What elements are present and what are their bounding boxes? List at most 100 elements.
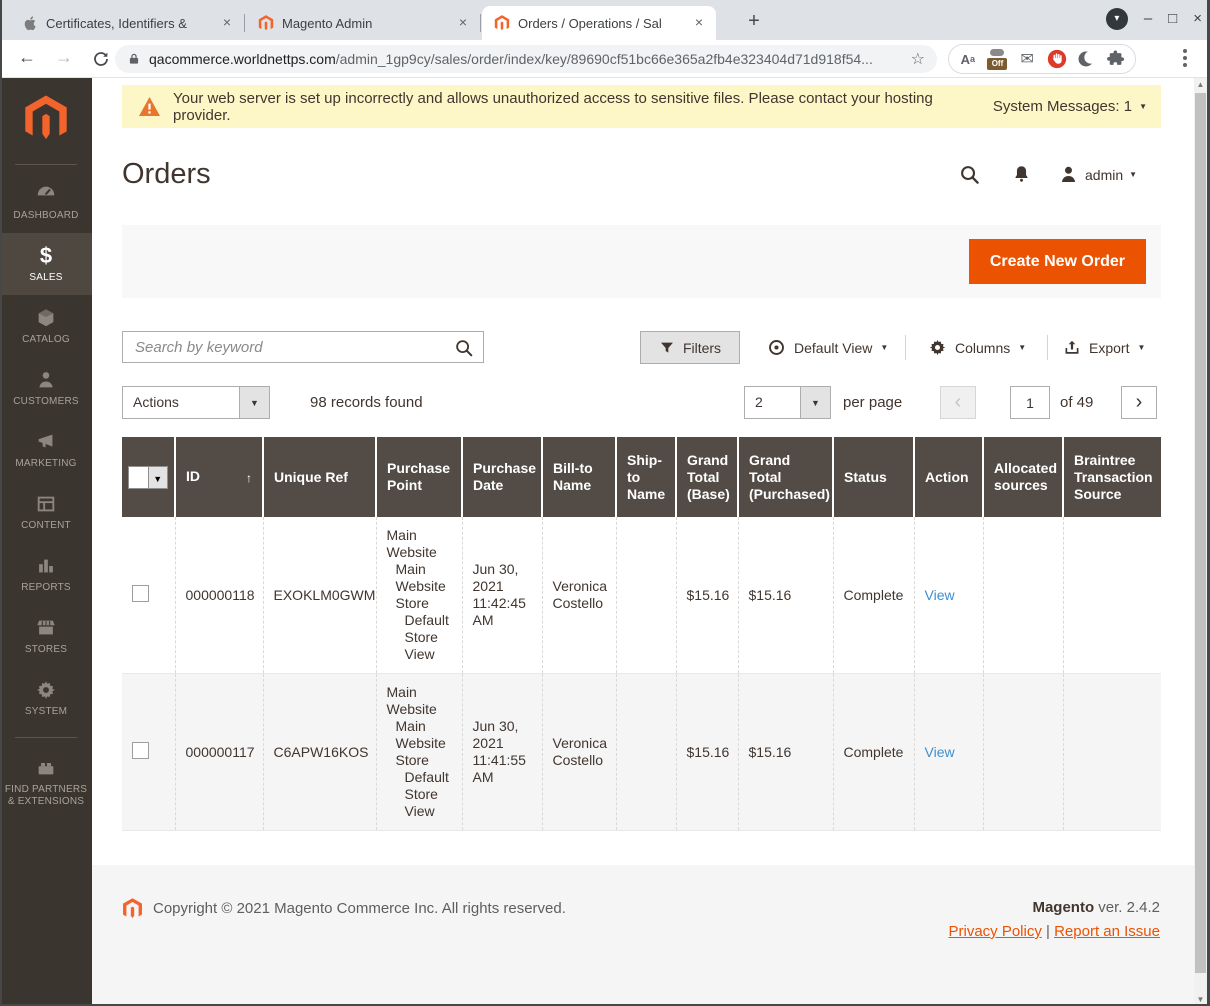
notifications-bell-icon[interactable] [1011, 163, 1032, 186]
cell-bill-to: Veronica Costello [542, 674, 616, 831]
tab-orders[interactable]: Orders / Operations / Sal × [482, 6, 716, 40]
cell-allocated-sources [983, 674, 1063, 831]
column-header-action[interactable]: Action [914, 437, 983, 517]
columns-dropdown[interactable]: Columns ▼ [928, 331, 1026, 364]
divider [15, 164, 77, 165]
row-checkbox[interactable] [132, 585, 149, 602]
dark-mode-crescent-icon[interactable] [1074, 47, 1098, 71]
chevron-down-icon: ▼ [880, 343, 888, 352]
grid-controls-row: Filters Default View ▼ Columns ▼ Export … [122, 331, 1161, 364]
browser-update-icon[interactable]: ▾ [1106, 8, 1128, 30]
magento-logo[interactable] [0, 78, 92, 148]
privacy-policy-link[interactable]: Privacy Policy [948, 923, 1041, 940]
catalog-icon [35, 307, 57, 329]
search-icon[interactable] [958, 163, 981, 186]
select-all-checkbox[interactable] [129, 467, 148, 488]
cell-ship-to [616, 674, 676, 831]
actions-select[interactable]: Actions ▼ [122, 386, 270, 419]
chevron-down-icon: ▼ [800, 387, 830, 418]
sidebar-item-catalog[interactable]: CATALOG [0, 295, 92, 357]
translate-icon[interactable]: Aa [956, 47, 980, 71]
previous-page-button[interactable]: ‹ [940, 386, 976, 419]
close-icon[interactable]: × [218, 14, 236, 32]
sidebar-item-system[interactable]: SYSTEM [0, 667, 92, 729]
row-checkbox[interactable] [132, 742, 149, 759]
vertical-scrollbar[interactable]: ▲ ▼ [1194, 78, 1207, 1006]
column-header-grand-total-purchased[interactable]: Grand Total (Purchased) [738, 437, 833, 517]
off-extension-icon[interactable]: Off [985, 47, 1009, 71]
address-bar[interactable]: qacommerce.worldnettps.com/admin_1gp9cy/… [115, 45, 937, 73]
column-header-braintree-source[interactable]: Braintree Transaction Source [1063, 437, 1161, 517]
view-order-link[interactable]: View [925, 744, 955, 760]
column-header-purchase-date[interactable]: Purchase Date [462, 437, 542, 517]
column-header-bill-to[interactable]: Bill-to Name [542, 437, 616, 517]
sidebar-item-sales[interactable]: $ SALES [0, 233, 92, 295]
mail-extension-icon[interactable]: ✉ [1015, 47, 1039, 71]
cell-status: Complete [833, 517, 914, 674]
eye-icon [767, 338, 786, 357]
report-issue-link[interactable]: Report an Issue [1054, 923, 1160, 940]
sidebar-item-content[interactable]: CONTENT [0, 481, 92, 543]
refresh-icon[interactable] [92, 50, 110, 68]
column-header-unique-ref[interactable]: Unique Ref [263, 437, 376, 517]
system-gear-icon [35, 679, 57, 701]
tab-strip: Certificates, Identifiers & × Magento Ad… [0, 0, 1210, 40]
per-page-label: per page [843, 386, 902, 419]
column-header-grand-total-base[interactable]: Grand Total (Base) [676, 437, 738, 517]
sidebar-item-marketing[interactable]: MARKETING [0, 419, 92, 481]
profile-avatar[interactable]: B [1144, 46, 1170, 72]
close-icon[interactable]: × [690, 14, 708, 32]
next-page-button[interactable]: › [1121, 386, 1157, 419]
sidebar-item-stores[interactable]: STORES [0, 605, 92, 667]
system-messages-toggle[interactable]: System Messages: 1 ▼ [993, 98, 1147, 115]
warning-icon [138, 96, 161, 117]
sidebar-item-dashboard[interactable]: DASHBOARD [0, 171, 92, 233]
search-input[interactable] [123, 332, 483, 362]
select-all-control[interactable]: ▼ [128, 466, 168, 489]
dashboard-icon [35, 183, 57, 205]
url-text: qacommerce.worldnettps.com/admin_1gp9cy/… [149, 51, 903, 67]
column-header-purchase-point[interactable]: Purchase Point [376, 437, 462, 517]
column-header-ship-to[interactable]: Ship-to Name [616, 437, 676, 517]
scroll-down-arrow[interactable]: ▼ [1194, 995, 1207, 1004]
close-icon[interactable]: × [454, 14, 472, 32]
scroll-up-arrow[interactable]: ▲ [1194, 80, 1207, 89]
minimize-button[interactable]: – [1144, 8, 1152, 30]
partners-brick-icon [35, 757, 57, 779]
tab-certificates[interactable]: Certificates, Identifiers & × [10, 6, 244, 40]
chevron-down-icon[interactable]: ▼ [148, 467, 168, 488]
create-new-order-button[interactable]: Create New Order [969, 239, 1146, 284]
sidebar-item-reports[interactable]: REPORTS [0, 543, 92, 605]
search-icon[interactable] [453, 337, 475, 359]
export-dropdown[interactable]: Export ▼ [1063, 331, 1145, 364]
bookmark-star-icon[interactable]: ☆ [911, 49, 925, 69]
column-header-id[interactable]: ID↑ [175, 437, 263, 517]
filters-button[interactable]: Filters [640, 331, 740, 364]
puzzle-extensions-icon[interactable] [1104, 47, 1128, 71]
extensions-group: Aa Off ✉ [948, 44, 1136, 74]
sidebar-item-find-partners[interactable]: FIND PARTNERS& EXTENSIONS [0, 746, 92, 818]
admin-account-menu[interactable]: admin ▼ [1058, 164, 1137, 185]
new-tab-button[interactable]: + [740, 8, 768, 36]
column-header-status[interactable]: Status [833, 437, 914, 517]
cell-purchase-point: Main Website Main Website Store Default … [376, 517, 462, 674]
page-number-input[interactable] [1010, 386, 1050, 419]
view-order-link[interactable]: View [925, 587, 955, 603]
lock-icon [127, 52, 141, 66]
cell-purchase-date: Jun 30, 2021 11:41:55 AM [462, 674, 542, 831]
default-view-dropdown[interactable]: Default View ▼ [767, 331, 888, 364]
cell-purchase-point: Main Website Main Website Store Default … [376, 674, 462, 831]
tab-magento-admin[interactable]: Magento Admin × [246, 6, 480, 40]
scrollbar-thumb[interactable] [1195, 93, 1206, 973]
browser-menu-icon[interactable] [1183, 49, 1187, 70]
column-header-allocated-sources[interactable]: Allocated sources [983, 437, 1063, 517]
back-button[interactable]: ← [18, 47, 36, 68]
maximize-button[interactable]: □ [1168, 8, 1177, 30]
per-page-select[interactable]: 2 ▼ [744, 386, 831, 419]
cell-braintree-source [1063, 674, 1161, 831]
system-warning-banner: Your web server is set up incorrectly an… [122, 85, 1161, 128]
adblock-hand-icon[interactable] [1045, 47, 1069, 71]
forward-button[interactable]: → [55, 47, 73, 68]
close-window-button[interactable]: × [1193, 8, 1202, 30]
sidebar-item-customers[interactable]: CUSTOMERS [0, 357, 92, 419]
